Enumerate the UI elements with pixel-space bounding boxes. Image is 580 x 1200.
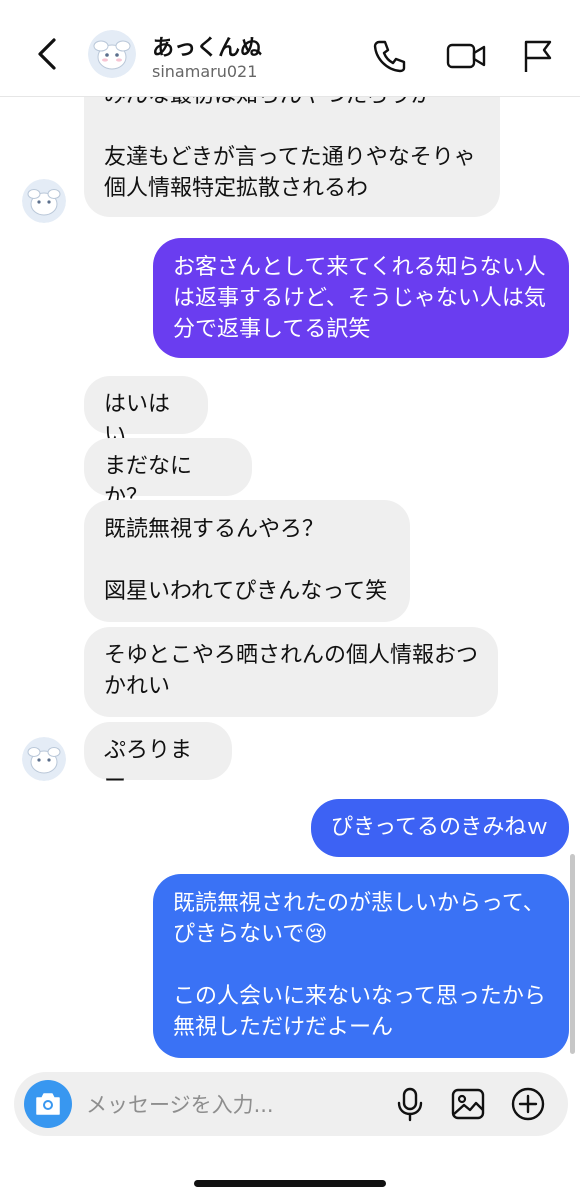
message-input[interactable] bbox=[84, 1084, 378, 1126]
incoming-message[interactable]: そゆとこやろ晒されんの個人情報おつ かれい bbox=[84, 627, 498, 717]
flag-icon[interactable] bbox=[518, 36, 558, 76]
incoming-message[interactable]: はいはい bbox=[84, 376, 208, 448]
outgoing-message[interactable]: お客さんとして来てくれる知らない人 は返事するけど、そうじゃない人は気 分で返事… bbox=[153, 238, 569, 358]
message-thread[interactable]: みんな最初は知らんやつだろうが 友達もどきが言ってた通りやなそりゃ 個人情報特定… bbox=[0, 97, 580, 1062]
scrollbar[interactable] bbox=[570, 854, 575, 1054]
plus-circle-icon[interactable] bbox=[510, 1086, 546, 1122]
outgoing-message[interactable]: ぴきってるのきみねｗ bbox=[311, 799, 569, 857]
camera-button[interactable] bbox=[24, 1080, 72, 1128]
avatar[interactable] bbox=[22, 737, 66, 781]
avatar[interactable] bbox=[88, 30, 136, 78]
incoming-message[interactable]: 既読無視するんやろ？ 図星いわれてぴきんなって笑 bbox=[84, 500, 410, 622]
microphone-icon[interactable] bbox=[392, 1086, 428, 1122]
home-indicator[interactable] bbox=[194, 1180, 386, 1187]
incoming-message[interactable]: ぷろりまー bbox=[84, 722, 232, 794]
back-arrow-icon[interactable] bbox=[28, 32, 68, 76]
image-icon[interactable] bbox=[450, 1086, 486, 1122]
video-camera-icon[interactable] bbox=[444, 36, 488, 76]
incoming-message[interactable]: みんな最初は知らんやつだろうが 友達もどきが言ってた通りやなそりゃ 個人情報特定… bbox=[84, 97, 500, 217]
outgoing-message[interactable]: 既読無視されたのが悲しいからって、 ぴきらないで😢 この人会いに来ないなって思っ… bbox=[153, 874, 569, 1058]
chat-header: あっくんぬ sinamaru021 bbox=[0, 0, 580, 97]
phone-icon[interactable] bbox=[370, 36, 410, 76]
contact-username: sinamaru021 bbox=[152, 62, 258, 81]
message-composer bbox=[14, 1072, 568, 1136]
contact-name[interactable]: あっくんぬ bbox=[152, 30, 262, 62]
incoming-message[interactable]: まだなにか？ bbox=[84, 438, 252, 510]
camera-icon bbox=[36, 1093, 60, 1115]
avatar[interactable] bbox=[22, 179, 66, 223]
